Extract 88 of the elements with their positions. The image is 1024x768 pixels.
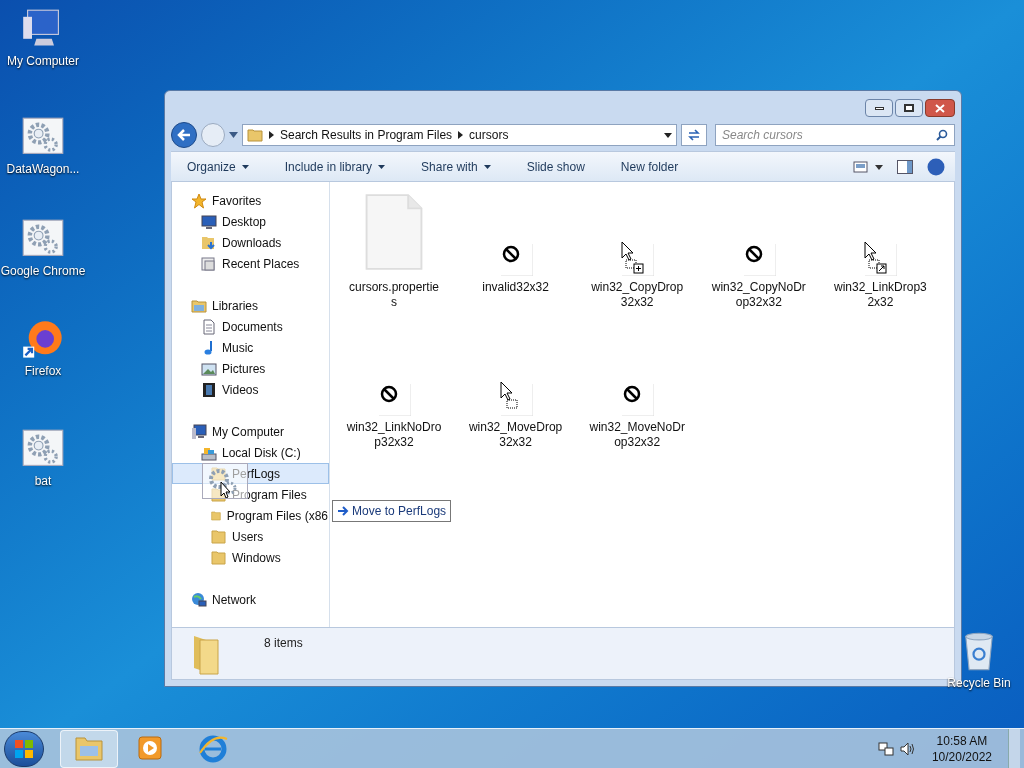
toolbar-button[interactable]: Slide show bbox=[520, 155, 591, 178]
nav-item[interactable]: Program Files bbox=[172, 484, 329, 505]
windows-flag-icon bbox=[14, 738, 34, 759]
nav-item[interactable]: Videos bbox=[172, 379, 329, 400]
toolbar-button[interactable]: Organize bbox=[181, 155, 255, 178]
desktop-icon-label[interactable]: DataWagon... bbox=[6, 162, 80, 177]
cursor-shortcut-icon[interactable] bbox=[863, 242, 898, 276]
network-icon[interactable] bbox=[877, 740, 894, 757]
minimize-button[interactable] bbox=[865, 99, 893, 117]
search-field[interactable]: Search cursors bbox=[715, 124, 955, 146]
clock-time: 10:58 AM bbox=[936, 732, 988, 749]
chevron-right-icon[interactable] bbox=[269, 131, 274, 139]
clock-date: 10/20/2022 bbox=[931, 748, 992, 765]
drag-tooltip: Move to PerfLogs bbox=[332, 500, 452, 522]
chevron-right-icon[interactable] bbox=[458, 131, 464, 139]
nav-item[interactable]: Pictures bbox=[172, 358, 329, 379]
toolbar-button[interactable]: Share with bbox=[415, 155, 497, 178]
star-icon bbox=[191, 192, 207, 209]
file-name[interactable]: win32_CopyDrop32x32 bbox=[589, 280, 686, 310]
nav-item[interactable]: Recent Places bbox=[172, 253, 329, 274]
view-options-icon[interactable] bbox=[853, 160, 883, 173]
file-name[interactable]: win32_MoveDrop32x32 bbox=[467, 420, 564, 450]
breadcrumb-item[interactable]: Search Results in Program Files bbox=[280, 126, 453, 144]
nav-item[interactable]: Libraries bbox=[172, 295, 329, 316]
nav-item[interactable]: My Computer bbox=[172, 421, 329, 442]
computer-icon bbox=[191, 423, 207, 440]
monitor-icon bbox=[201, 213, 217, 230]
caret-icon bbox=[483, 164, 491, 169]
file-name[interactable]: win32_CopyNoDrop32x32 bbox=[710, 280, 807, 310]
desktop-icon-label[interactable]: My Computer bbox=[7, 54, 79, 69]
folder-icon bbox=[211, 549, 227, 566]
no-sign-icon[interactable] bbox=[741, 242, 776, 276]
nav-item[interactable]: Desktop bbox=[172, 211, 329, 232]
address-bar[interactable]: Search Results in Program Files cursors bbox=[242, 124, 677, 146]
preview-pane-icon[interactable] bbox=[897, 159, 913, 174]
folder-icon bbox=[247, 128, 263, 142]
caret-icon bbox=[378, 164, 386, 169]
nav-item[interactable]: Music bbox=[172, 337, 329, 358]
library-icon bbox=[191, 297, 207, 314]
no-sign-icon[interactable] bbox=[498, 242, 533, 276]
refresh-arrows-icon bbox=[687, 129, 701, 141]
dropdown-icon[interactable] bbox=[664, 132, 672, 138]
nav-item[interactable]: Program Files (x86 bbox=[172, 505, 329, 526]
close-button[interactable] bbox=[925, 99, 955, 117]
caret-icon bbox=[241, 164, 249, 169]
search-input: Search cursors bbox=[722, 126, 936, 144]
toolbar-button[interactable]: New folder bbox=[614, 155, 685, 178]
nav-item[interactable]: Documents bbox=[172, 316, 329, 337]
no-sign-icon[interactable] bbox=[620, 382, 655, 416]
nav-item[interactable]: PerfLogs bbox=[172, 463, 329, 484]
file-name[interactable]: win32_LinkNoDrop32x32 bbox=[346, 420, 442, 450]
recent-places-icon bbox=[201, 255, 217, 272]
desktop-icon-label[interactable]: Firefox bbox=[24, 364, 62, 379]
arrow-right-icon bbox=[337, 506, 349, 516]
close-x-icon bbox=[935, 103, 945, 113]
cursor-plus-icon[interactable] bbox=[620, 242, 655, 276]
folder-icon bbox=[211, 528, 227, 545]
desktop-icon-label[interactable]: Google Chrome bbox=[0, 264, 86, 279]
nav-item[interactable]: Local Disk (C:) bbox=[172, 442, 329, 463]
nav-item[interactable]: Windows bbox=[172, 547, 329, 568]
picture-icon bbox=[201, 360, 217, 377]
file-name[interactable]: win32_LinkDrop32x32 bbox=[832, 280, 929, 310]
no-sign-icon[interactable] bbox=[377, 382, 411, 416]
item-count: 8 items bbox=[264, 635, 303, 652]
file-name[interactable]: invalid32x32 bbox=[467, 280, 564, 295]
desktop-icon-label[interactable]: bat bbox=[34, 474, 52, 489]
back-button[interactable] bbox=[171, 122, 197, 148]
maximize-button[interactable] bbox=[895, 99, 923, 117]
file-name[interactable]: win32_MoveNoDrop32x32 bbox=[589, 420, 686, 450]
start-button[interactable] bbox=[4, 730, 44, 767]
nav-item[interactable]: Favorites bbox=[172, 190, 329, 211]
globe-icon bbox=[191, 591, 207, 608]
toolbar-button[interactable]: Include in library bbox=[278, 155, 392, 178]
history-dropdown-icon[interactable] bbox=[229, 132, 238, 138]
file-name[interactable]: cursors.properties bbox=[346, 280, 442, 310]
speaker-icon[interactable] bbox=[899, 740, 916, 757]
cursor-dotted-box-icon[interactable] bbox=[498, 382, 533, 416]
document-icon bbox=[201, 318, 217, 335]
clock[interactable]: 10:58 AM 10/20/2022 bbox=[921, 732, 1002, 765]
film-strip-icon bbox=[201, 381, 217, 398]
breadcrumb-item[interactable]: cursors bbox=[469, 126, 509, 144]
folder-arrow-icon bbox=[201, 234, 217, 251]
nav-item[interactable]: Users bbox=[172, 526, 329, 547]
refresh-button[interactable] bbox=[681, 124, 707, 146]
nav-item[interactable]: Network bbox=[172, 589, 329, 610]
nav-item[interactable]: Downloads bbox=[172, 232, 329, 253]
search-icon bbox=[936, 129, 948, 141]
arrow-left-icon bbox=[177, 129, 191, 141]
